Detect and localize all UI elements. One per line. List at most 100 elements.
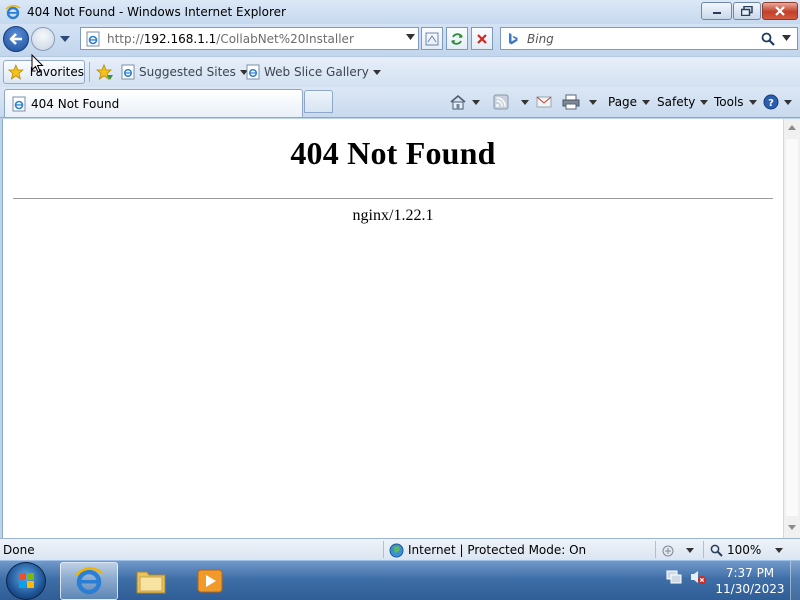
printer-icon	[562, 94, 580, 110]
show-desktop-button[interactable]	[790, 561, 800, 600]
media-player-icon	[197, 569, 223, 593]
navigation-bar: http://192.168.1.1/CollabNet%20Installer	[0, 24, 800, 56]
rss-feed-icon	[493, 94, 509, 110]
taskbar-internet-explorer[interactable]	[60, 562, 118, 600]
minimize-button[interactable]	[701, 2, 732, 20]
feeds-button[interactable]	[493, 92, 529, 112]
safety-menu[interactable]: Safety	[657, 92, 709, 112]
recent-pages-dropdown-icon[interactable]	[59, 34, 71, 44]
popup-blocker-icon	[662, 545, 674, 557]
status-text: Done	[3, 543, 35, 557]
bing-icon	[509, 32, 518, 44]
safety-dropdown-icon	[700, 99, 709, 105]
stop-button[interactable]	[471, 27, 493, 50]
system-tray	[665, 569, 707, 585]
close-icon	[775, 6, 785, 16]
folder-icon	[136, 571, 166, 594]
tab-404-not-found[interactable]: 404 Not Found	[4, 89, 303, 117]
tools-menu[interactable]: Tools	[714, 92, 757, 112]
close-button[interactable]	[762, 2, 798, 20]
status-separator	[655, 541, 656, 558]
system-clock[interactable]: 7:37 PM 11/30/2023	[710, 565, 790, 597]
help-button[interactable]: ?	[763, 92, 792, 112]
page-menu-label: Page	[608, 95, 638, 109]
mail-icon	[536, 96, 552, 108]
scroll-down-icon[interactable]	[788, 525, 796, 530]
mouse-cursor-icon	[31, 54, 44, 73]
help-dropdown-icon	[784, 99, 792, 105]
favorites-bar: Favorites Suggested Sites Web Slice Gall…	[0, 56, 800, 87]
tab-label: 404 Not Found	[31, 96, 120, 111]
page-dropdown-icon	[642, 99, 651, 105]
web-slice-gallery-label: Web Slice Gallery	[264, 65, 369, 79]
read-mail-button[interactable]	[536, 92, 552, 112]
print-dropdown-icon	[589, 99, 597, 105]
ie-page-icon	[121, 64, 135, 80]
web-slice-gallery-link[interactable]: Web Slice Gallery	[246, 62, 381, 82]
refresh-icon	[451, 32, 463, 45]
back-arrow-icon	[9, 33, 22, 45]
window-title: 404 Not Found - Windows Internet Explore…	[27, 5, 286, 19]
start-button[interactable]	[6, 562, 46, 600]
page-icon	[86, 31, 100, 46]
restore-button[interactable]	[733, 2, 761, 20]
add-favorite-star-icon	[96, 64, 113, 80]
zoom-control[interactable]: 100%	[710, 541, 784, 559]
home-button[interactable]	[449, 92, 480, 112]
page-menu[interactable]: Page	[608, 92, 651, 112]
taskbar: 7:37 PM 11/30/2023	[0, 560, 800, 600]
popup-blocker-status[interactable]	[662, 541, 694, 559]
search-input[interactable]	[527, 31, 757, 46]
page-heading: 404 Not Found	[290, 135, 496, 171]
favorites-separator	[89, 62, 90, 82]
new-tab-button[interactable]	[304, 90, 333, 113]
add-to-favorites-bar-button[interactable]	[96, 62, 114, 82]
back-button[interactable]	[3, 26, 29, 52]
taskbar-windows-explorer[interactable]	[122, 562, 180, 600]
search-icon[interactable]	[761, 32, 775, 46]
scroll-up-icon[interactable]	[788, 125, 796, 130]
tools-dropdown-icon	[748, 99, 757, 105]
volume-muted-icon[interactable]	[689, 569, 707, 585]
forward-button[interactable]	[31, 27, 55, 51]
zoom-dropdown-icon	[775, 547, 784, 553]
home-icon	[450, 94, 466, 110]
clock-time: 7:37 PM	[725, 566, 775, 580]
scrollbar-track[interactable]	[786, 139, 798, 516]
ie-logo-icon	[5, 5, 21, 20]
globe-icon	[389, 543, 404, 557]
server-signature: nginx/1.22.1	[352, 207, 434, 224]
compatibility-view-button[interactable]	[421, 27, 443, 50]
home-dropdown-icon	[472, 99, 480, 105]
minimize-icon	[712, 12, 721, 14]
tools-menu-label: Tools	[714, 95, 744, 109]
title-bar: 404 Not Found - Windows Internet Explore…	[0, 0, 800, 24]
clock-date: 11/30/2023	[715, 582, 785, 596]
refresh-button[interactable]	[446, 27, 468, 50]
ie-logo-icon	[75, 567, 103, 595]
safety-menu-label: Safety	[657, 95, 696, 109]
status-bar: Done Internet | Protected Mode: On 100%	[0, 538, 800, 560]
stop-icon	[477, 33, 487, 44]
vertical-scrollbar[interactable]	[783, 119, 800, 538]
page-content: 404 Not Found nginx/1.22.1	[2, 119, 783, 538]
address-bar[interactable]: http://192.168.1.1/CollabNet%20Installer	[80, 27, 419, 50]
favorites-star-icon	[8, 64, 24, 80]
ie-page-icon	[12, 96, 26, 111]
search-box[interactable]	[500, 27, 798, 50]
web-slice-gallery-dropdown-icon	[372, 69, 381, 75]
suggested-sites-link[interactable]: Suggested Sites	[121, 62, 248, 82]
status-separator	[703, 541, 704, 558]
taskbar-media-player[interactable]	[181, 562, 239, 600]
security-zone[interactable]: Internet | Protected Mode: On	[389, 541, 586, 559]
search-options-dropdown-icon[interactable]	[782, 35, 791, 41]
suggested-sites-label: Suggested Sites	[139, 65, 236, 79]
compatibility-view-icon	[425, 32, 439, 45]
address-dropdown-icon[interactable]	[406, 34, 415, 40]
feeds-dropdown-icon	[521, 99, 529, 105]
zoom-magnifier-icon	[710, 544, 723, 557]
network-icon[interactable]	[665, 569, 683, 585]
windows-logo-icon	[19, 573, 34, 588]
ie-page-icon	[246, 64, 260, 80]
print-button[interactable]	[562, 92, 597, 112]
